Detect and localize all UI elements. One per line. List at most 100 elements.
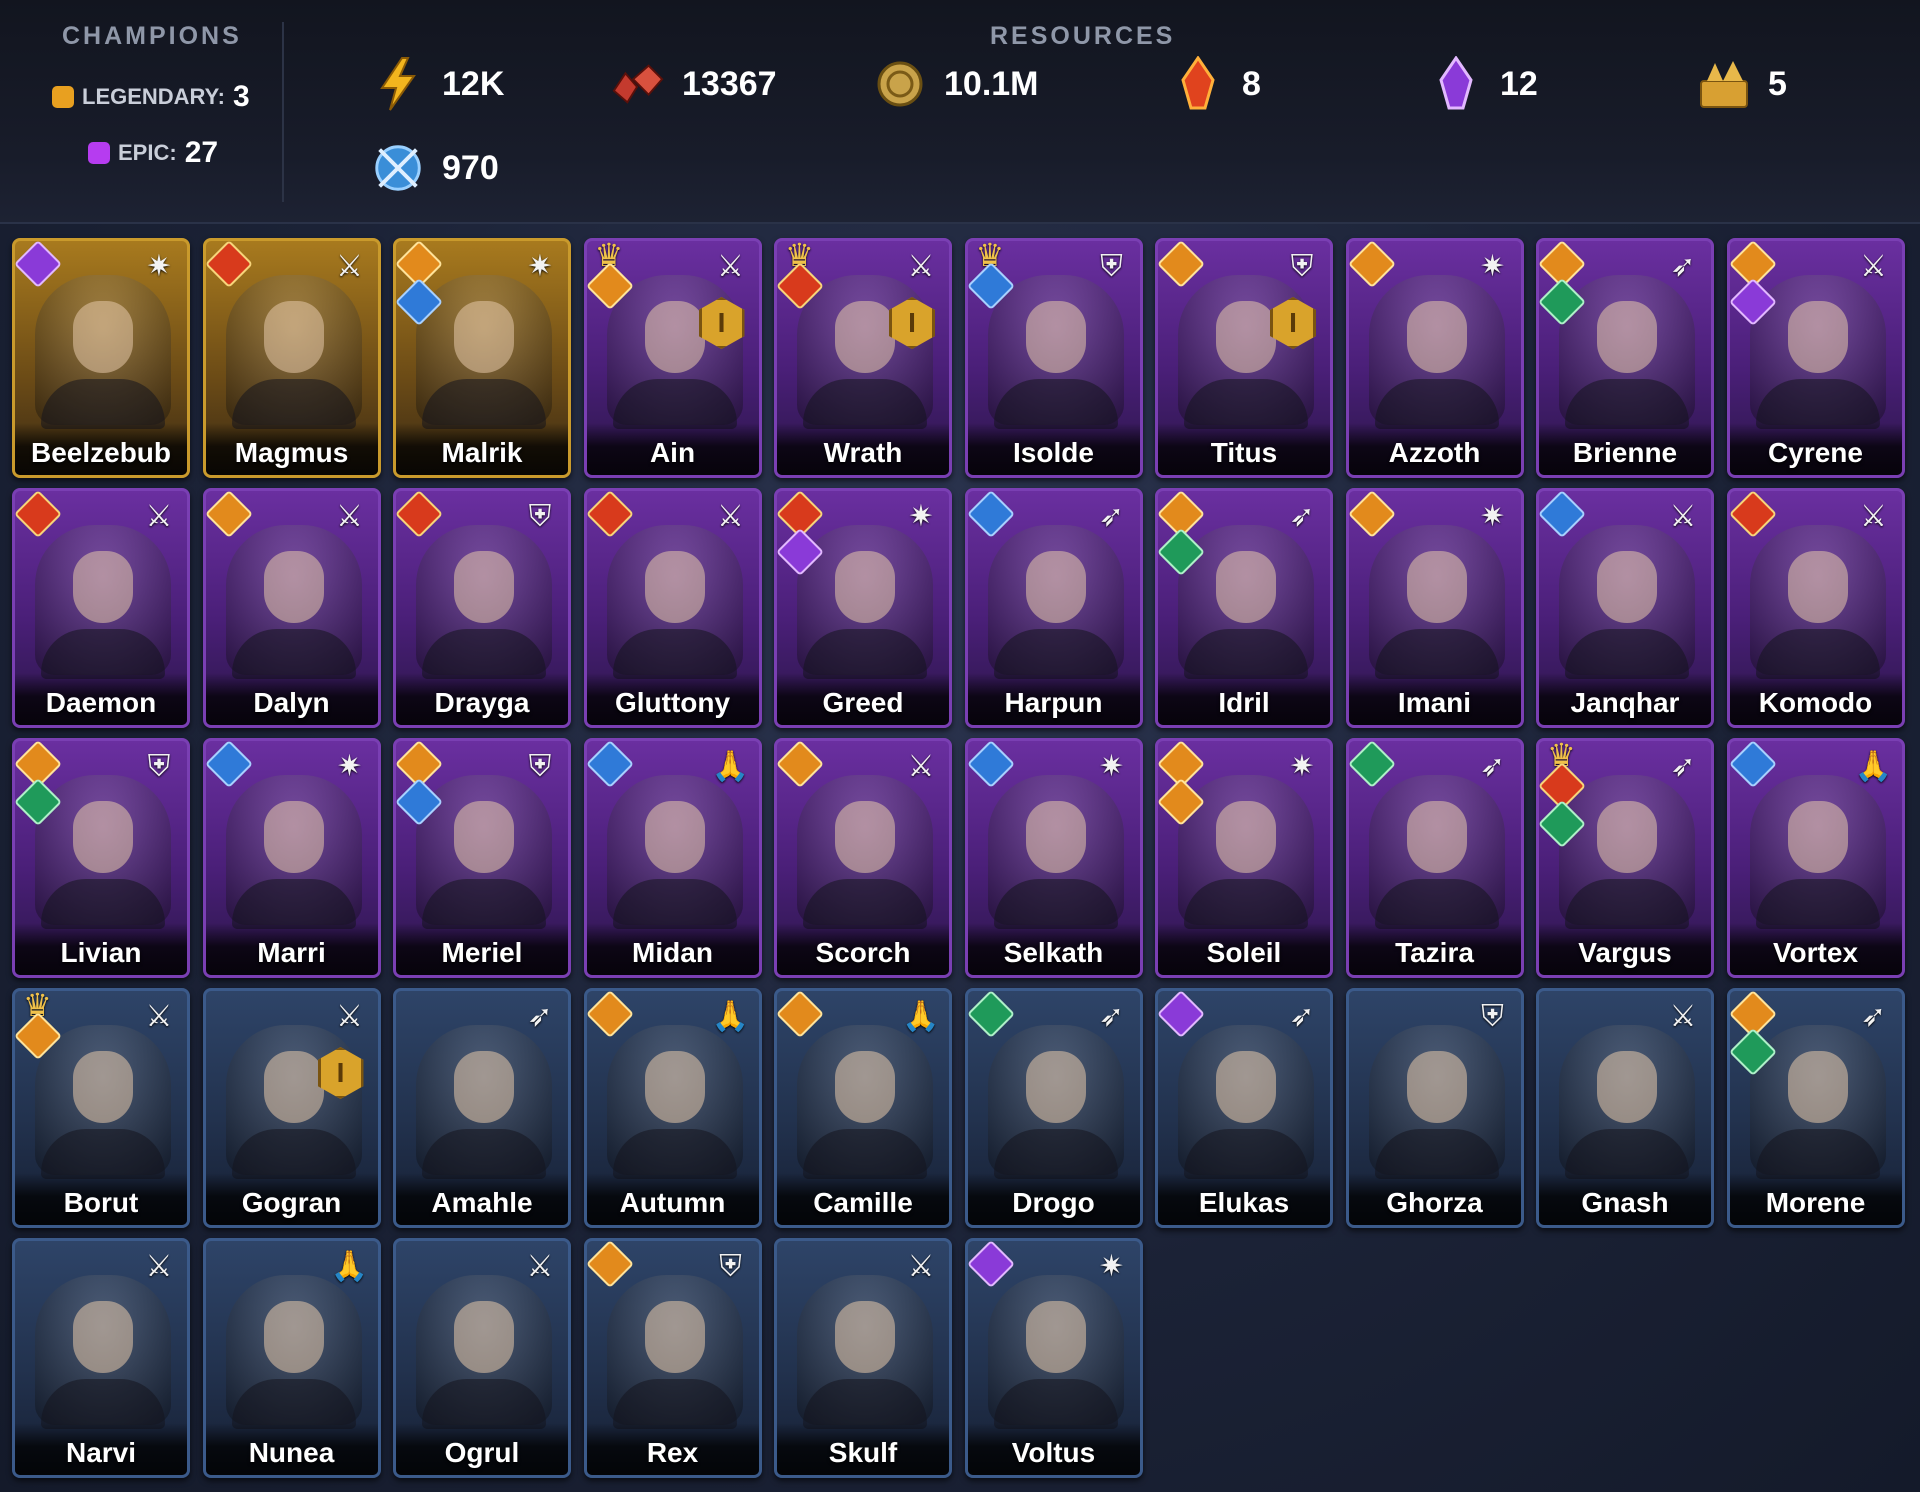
champion-card-gnash[interactable]: ⚔ Gnash bbox=[1536, 988, 1714, 1228]
resource-gems: 13367 bbox=[610, 56, 777, 112]
champion-card-daemon[interactable]: ⚔ Daemon bbox=[12, 488, 190, 728]
champion-card-vortex[interactable]: 🙏 Vortex bbox=[1726, 738, 1905, 978]
champion-card-meriel[interactable]: ⛨ Meriel bbox=[393, 738, 571, 978]
champion-card-idril[interactable]: ➶ Idril bbox=[1155, 488, 1333, 728]
champion-card-imani[interactable]: ✷ Imani bbox=[1345, 488, 1524, 728]
champion-card-soleil[interactable]: ✷ Soleil bbox=[1155, 738, 1333, 978]
portrait-shoulders bbox=[1755, 1129, 1880, 1179]
portrait-shoulders bbox=[612, 629, 737, 679]
champion-card-titus[interactable]: ⛨ I Titus bbox=[1155, 238, 1333, 478]
champion-card-marri[interactable]: ✷ Marri bbox=[202, 738, 381, 978]
champion-card-greed[interactable]: ✷ Greed bbox=[774, 488, 952, 728]
champion-card-ogrul[interactable]: ⚔ Ogrul bbox=[393, 1238, 571, 1478]
champion-portrait bbox=[35, 1275, 171, 1429]
champion-name: Ogrul bbox=[444, 1437, 520, 1468]
champion-card-cyrene[interactable]: ⚔ Cyrene bbox=[1726, 238, 1905, 478]
champion-name: Titus bbox=[1210, 437, 1278, 468]
portrait-shoulders bbox=[422, 1379, 546, 1429]
resource-value: 8 bbox=[1242, 64, 1261, 103]
portrait-shoulders bbox=[1374, 879, 1499, 929]
praying-hands-icon: 🙏 bbox=[711, 1000, 750, 1033]
champion-name: Tazira bbox=[1395, 937, 1474, 968]
portrait-shoulders bbox=[1565, 629, 1689, 679]
portrait-face bbox=[1597, 1051, 1657, 1123]
champion-card-drayga[interactable]: ⛨ Drayga bbox=[393, 488, 571, 728]
champion-card-brienne[interactable]: ➶ Brienne bbox=[1536, 238, 1714, 478]
portrait-face bbox=[835, 1051, 895, 1123]
legendary-count-row: LEGENDARY: 3 bbox=[52, 80, 250, 114]
portrait-face bbox=[263, 1051, 324, 1123]
champion-name: Wrath bbox=[823, 437, 903, 468]
portrait-face bbox=[454, 1301, 514, 1373]
sword-icon: ⚔ bbox=[717, 500, 744, 533]
champion-portrait bbox=[416, 1025, 552, 1179]
wand-icon: ✷ bbox=[527, 250, 553, 283]
champion-card-janqhar[interactable]: ⚔ Janqhar bbox=[1536, 488, 1714, 728]
champion-card-rex[interactable]: ⛨ Rex bbox=[583, 1238, 762, 1478]
portrait-shoulders bbox=[1184, 1129, 1308, 1179]
energy-lightning-icon bbox=[370, 56, 426, 112]
affinity-red-icon bbox=[396, 491, 444, 539]
champion-card-autumn[interactable]: 🙏 Autumn bbox=[583, 988, 762, 1228]
crossed-arrows-icon: ➶ bbox=[1479, 750, 1506, 783]
wand-icon: ✷ bbox=[146, 250, 172, 283]
affinity-red-icon bbox=[586, 491, 634, 539]
champion-portrait bbox=[1559, 525, 1695, 679]
champion-card-amahle[interactable]: ➶ Amahle bbox=[393, 988, 571, 1228]
champion-card-camille[interactable]: 🙏 Camille bbox=[774, 988, 952, 1228]
champion-card-isolde[interactable]: ♛ ⛨ Isolde bbox=[964, 238, 1143, 478]
portrait-face bbox=[73, 301, 133, 373]
champion-card-elukas[interactable]: ➶ Elukas bbox=[1155, 988, 1333, 1228]
champion-name: Scorch bbox=[815, 937, 911, 968]
portrait-face bbox=[1025, 301, 1086, 373]
champion-name: Skulf bbox=[828, 1437, 898, 1468]
champion-card-gogran[interactable]: ⚔ I Gogran bbox=[202, 988, 381, 1228]
champion-card-selkath[interactable]: ✷ Selkath bbox=[964, 738, 1143, 978]
champion-card-voltus[interactable]: ✷ Voltus bbox=[964, 1238, 1143, 1478]
champion-card-wrath[interactable]: ♛ ⚔ I Wrath bbox=[774, 238, 952, 478]
champion-card-livian[interactable]: ⛨ Livian bbox=[12, 738, 190, 978]
champion-portrait bbox=[987, 525, 1124, 679]
champion-card-tazira[interactable]: ➶ Tazira bbox=[1345, 738, 1524, 978]
champion-card-vargus[interactable]: ♛ ➶ Vargus bbox=[1536, 738, 1714, 978]
champion-card-ain[interactable]: ♛ ⚔ I Ain bbox=[583, 238, 762, 478]
champion-portrait bbox=[35, 525, 171, 679]
portrait-shoulders bbox=[231, 1379, 356, 1429]
champion-card-dalyn[interactable]: ⚔ Dalyn bbox=[202, 488, 381, 728]
crossed-arrows-icon: ➶ bbox=[1860, 1000, 1887, 1033]
affinity-purple-icon bbox=[1158, 991, 1206, 1039]
champion-card-komodo[interactable]: ⚔ Komodo bbox=[1726, 488, 1905, 728]
portrait-face bbox=[1025, 1301, 1086, 1373]
champion-card-drogo[interactable]: ➶ Drogo bbox=[964, 988, 1143, 1228]
champion-card-morene[interactable]: ➶ Morene bbox=[1726, 988, 1905, 1228]
portrait-shoulders bbox=[993, 629, 1118, 679]
wand-icon: ✷ bbox=[1479, 250, 1506, 283]
champion-name: Beelzebub bbox=[30, 437, 172, 468]
champion-card-skulf[interactable]: ⚔ Skulf bbox=[774, 1238, 952, 1478]
champion-name: Isolde bbox=[1013, 437, 1094, 468]
portrait-shoulders bbox=[41, 1129, 165, 1179]
champion-name: Brienne bbox=[1572, 437, 1678, 468]
champion-card-magmus[interactable]: ⚔ Magmus bbox=[202, 238, 381, 478]
champion-card-gluttony[interactable]: ⚔ Gluttony bbox=[583, 488, 762, 728]
champion-name: Midan bbox=[632, 937, 713, 968]
portrait-face bbox=[454, 301, 514, 373]
champion-card-nunea[interactable]: 🙏 Nunea bbox=[202, 1238, 381, 1478]
portrait-face bbox=[835, 1301, 895, 1373]
champion-card-scorch[interactable]: ⚔ Scorch bbox=[774, 738, 952, 978]
champion-card-azzoth[interactable]: ✷ Azzoth bbox=[1345, 238, 1524, 478]
crossed-arrows-icon: ➶ bbox=[1098, 1000, 1125, 1033]
champion-card-borut[interactable]: ♛ ⚔ Borut bbox=[12, 988, 190, 1228]
sword-icon: ⚔ bbox=[1669, 500, 1697, 533]
champion-card-narvi[interactable]: ⚔ Narvi bbox=[12, 1238, 190, 1478]
champion-name: Autumn bbox=[619, 1187, 726, 1218]
champion-card-malrik[interactable]: ✷ Malrik bbox=[393, 238, 571, 478]
champion-card-harpun[interactable]: ➶ Harpun bbox=[964, 488, 1143, 728]
champion-name: Drayga bbox=[434, 687, 530, 718]
champion-card-midan[interactable]: 🙏 Midan bbox=[583, 738, 762, 978]
portrait-shoulders bbox=[422, 879, 546, 929]
portrait-face bbox=[835, 801, 895, 873]
portrait-shoulders bbox=[41, 629, 165, 679]
champion-card-ghorza[interactable]: ⛨ Ghorza bbox=[1345, 988, 1524, 1228]
champion-card-beelzebub[interactable]: ✷ Beelzebub bbox=[12, 238, 190, 478]
